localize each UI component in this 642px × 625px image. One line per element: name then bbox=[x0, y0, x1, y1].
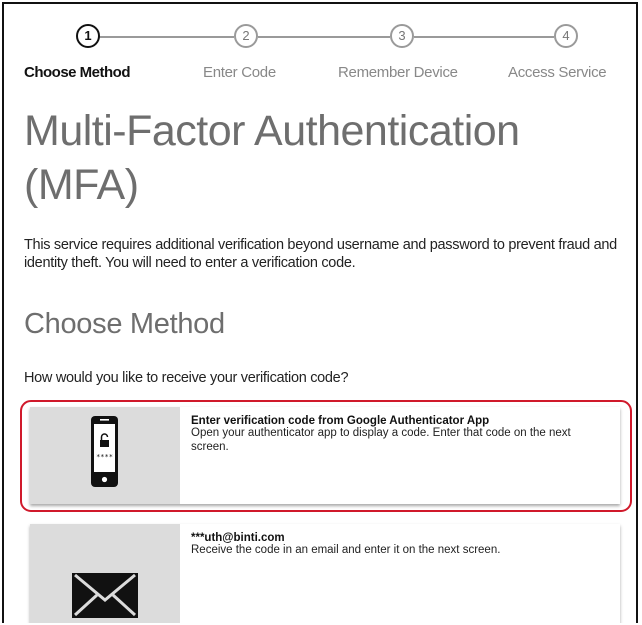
step-2-label: Enter Code bbox=[203, 64, 276, 81]
method-icon-panel bbox=[30, 524, 180, 623]
mfa-page: 1 2 3 4 Choose Method Enter Code Remembe… bbox=[2, 2, 638, 623]
method-title: Enter verification code from Google Auth… bbox=[191, 415, 490, 427]
step-connector bbox=[97, 36, 234, 38]
step-1-circle: 1 bbox=[76, 24, 100, 48]
intro-text: This service requires additional verific… bbox=[24, 237, 617, 271]
progress-stepper: 1 2 3 4 Choose Method Enter Code Remembe… bbox=[4, 4, 636, 99]
section-title: Choose Method bbox=[24, 308, 225, 340]
method-email[interactable]: ***uth@binti.com Receive the code in an … bbox=[30, 524, 620, 623]
page-title: Multi-Factor Authentication (MFA) bbox=[24, 104, 624, 212]
method-description: Open your authenticator app to display a… bbox=[191, 427, 571, 453]
method-icon-panel: **** bbox=[30, 407, 180, 504]
svg-text:****: **** bbox=[96, 453, 113, 461]
step-4-label: Access Service bbox=[508, 64, 607, 81]
phone-lock-icon: **** bbox=[91, 416, 118, 487]
step-3-circle: 3 bbox=[390, 24, 414, 48]
method-question: How would you like to receive your verif… bbox=[24, 370, 349, 386]
method-title: ***uth@binti.com bbox=[191, 532, 285, 544]
page-title-line-2: (MFA) bbox=[24, 161, 139, 209]
step-1-label: Choose Method bbox=[24, 64, 131, 81]
step-2-circle: 2 bbox=[234, 24, 258, 48]
step-3-label: Remember Device bbox=[338, 64, 458, 81]
method-description: Receive the code in an email and enter i… bbox=[191, 544, 501, 556]
method-text: ***uth@binti.com Receive the code in an … bbox=[191, 532, 611, 558]
envelope-icon bbox=[72, 573, 138, 618]
step-connector bbox=[414, 36, 554, 38]
step-4-circle: 4 bbox=[554, 24, 578, 48]
page-title-line-1: Multi-Factor Authentication bbox=[24, 107, 520, 155]
method-text: Enter verification code from Google Auth… bbox=[191, 415, 611, 454]
method-authenticator-app[interactable]: **** Enter verification code from Google… bbox=[30, 407, 620, 504]
step-connector bbox=[258, 36, 390, 38]
